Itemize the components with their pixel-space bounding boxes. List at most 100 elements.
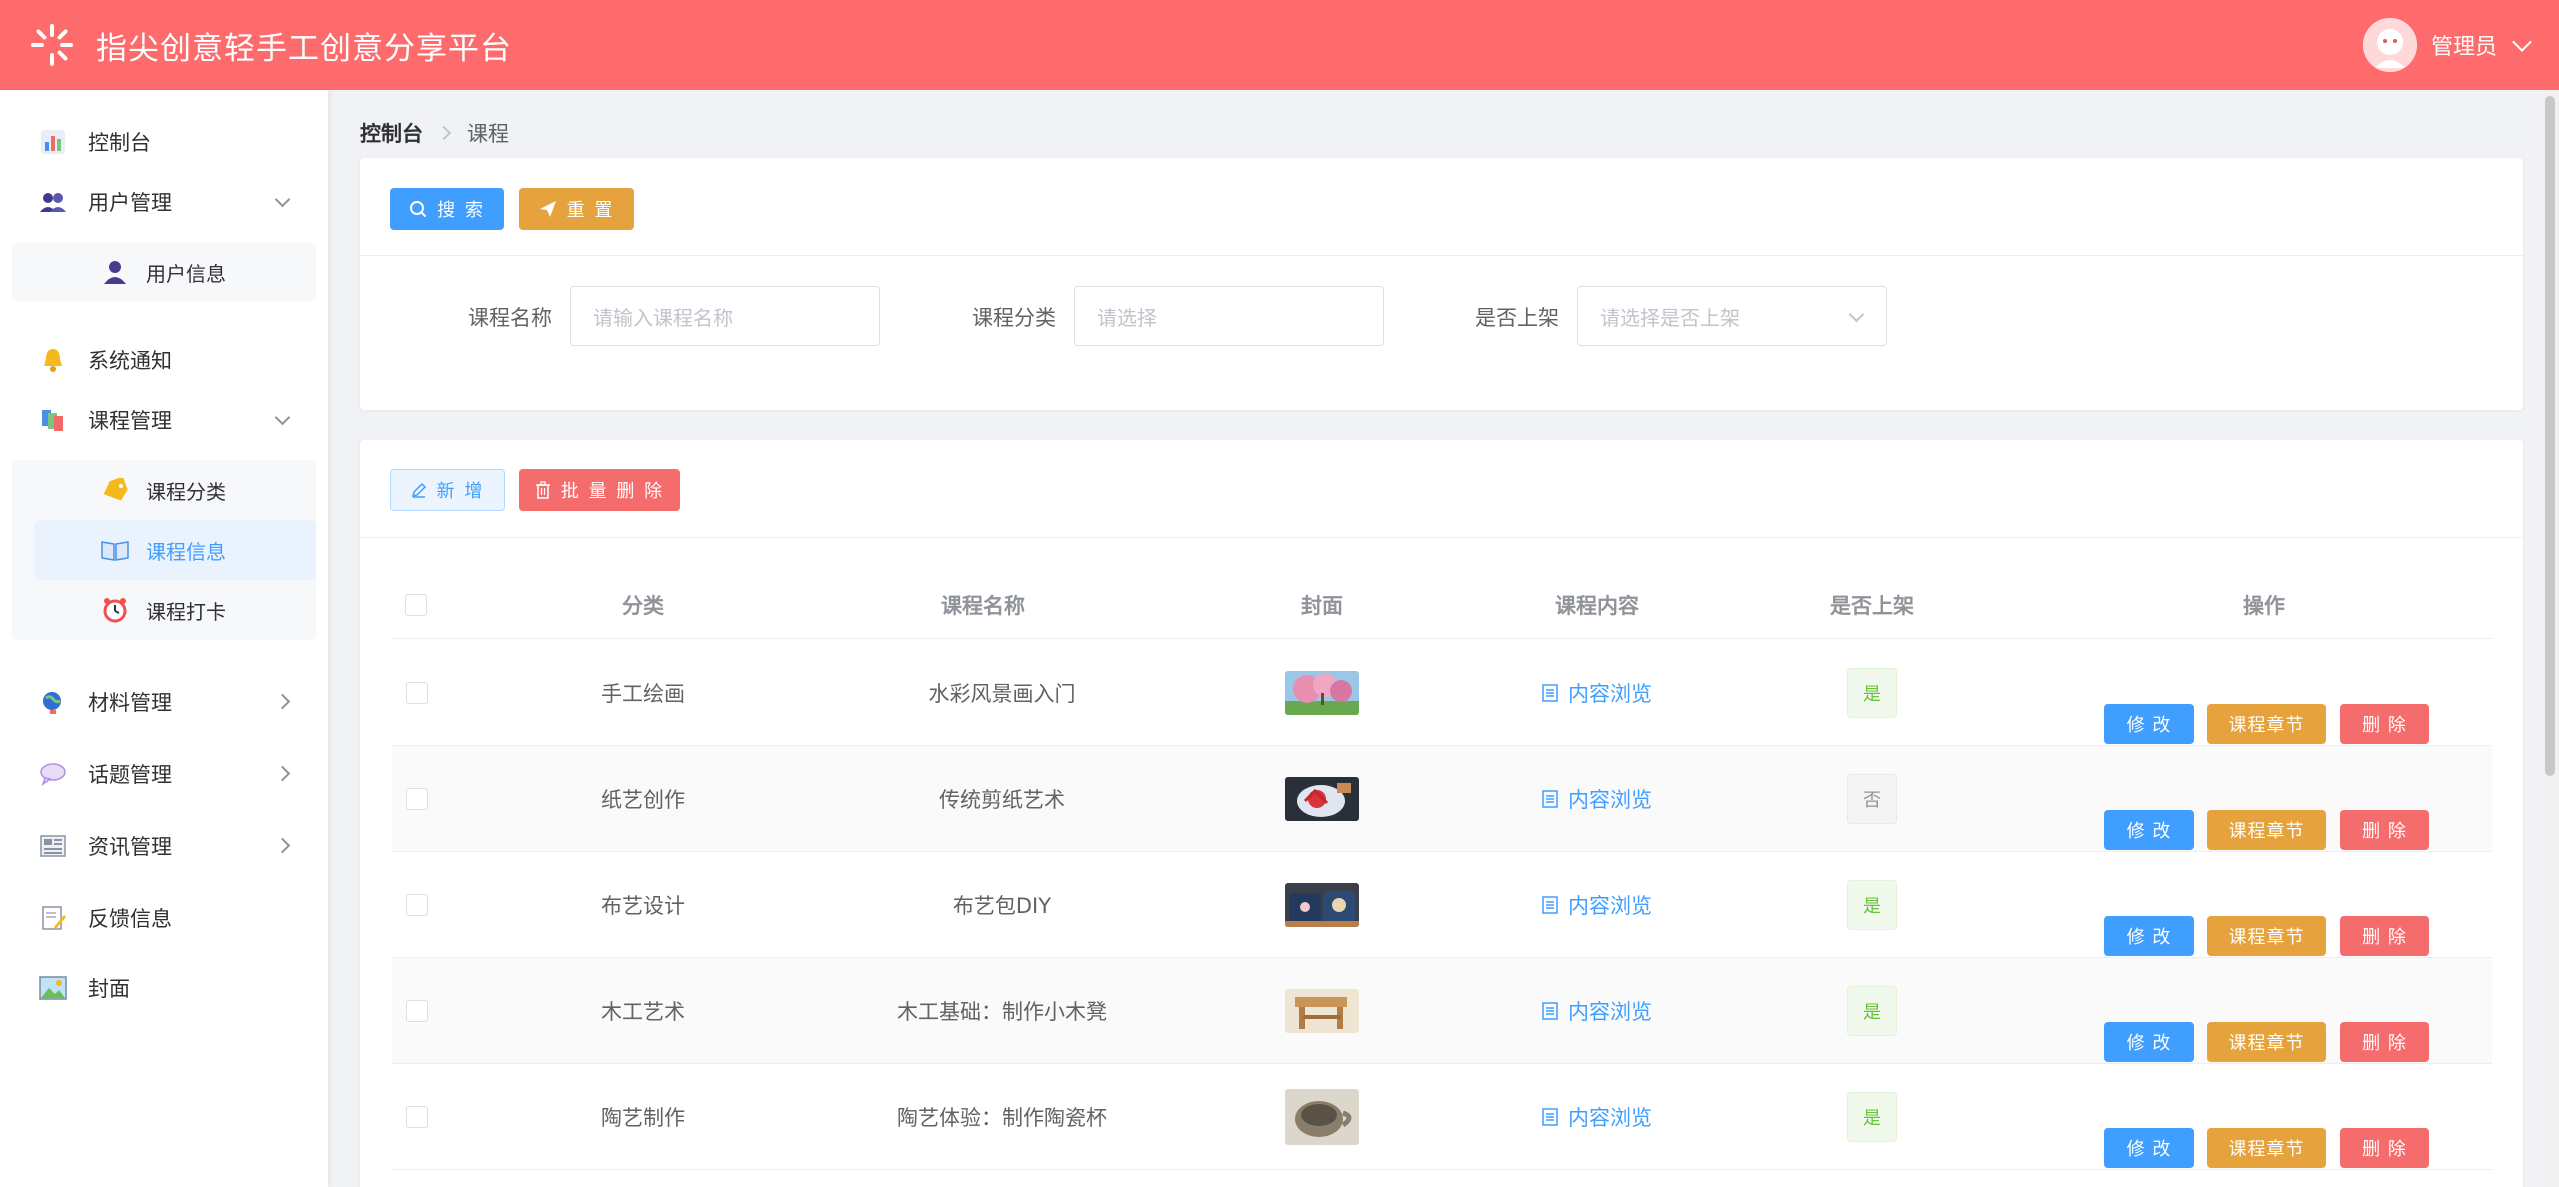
select-all-checkbox[interactable]	[405, 594, 427, 616]
user-menu[interactable]: 管理员	[2362, 18, 2532, 72]
listed-status-select[interactable]: 请选择是否上架	[1577, 286, 1887, 346]
divider	[360, 537, 2523, 538]
row-checkbox[interactable]	[406, 894, 428, 916]
cover-thumbnail[interactable]	[1285, 1088, 1359, 1145]
search-button[interactable]: 搜 索	[390, 188, 504, 230]
scrollbar-thumb[interactable]	[2545, 96, 2555, 776]
newspaper-icon	[38, 831, 68, 861]
search-card	[360, 158, 2523, 410]
app-title: 指尖创意轻手工创意分享平台	[96, 30, 512, 67]
sidebar-item-materials[interactable]: 材料管理	[0, 672, 328, 732]
submenu-user-management: 用户信息	[12, 242, 316, 302]
chevron-right-icon	[274, 837, 291, 854]
content-preview-label: 内容浏览	[1568, 787, 1652, 812]
book-icon	[100, 535, 130, 565]
sidebar-item-label: 封面	[88, 977, 130, 1001]
sidebar-item-user-management[interactable]: 用户管理	[0, 172, 328, 232]
edit-button[interactable]: 修 改	[2104, 1128, 2194, 1168]
sidebar-item-cover[interactable]: 封面	[0, 958, 328, 1018]
chevron-down-icon[interactable]	[2512, 32, 2532, 52]
picture-icon	[38, 973, 68, 1003]
row-checkbox[interactable]	[406, 1106, 428, 1128]
document-icon	[1542, 683, 1558, 702]
cover-thumbnail[interactable]	[1285, 670, 1359, 715]
content-preview-link[interactable]: 内容浏览	[1542, 996, 1652, 1026]
course-name-input[interactable]: 请输入课程名称	[570, 286, 880, 346]
sidebar-item-user-info[interactable]: 用户信息	[12, 242, 316, 302]
reset-button[interactable]: 重 置	[519, 188, 634, 230]
document-icon	[1542, 1001, 1558, 1020]
delete-button[interactable]: 删 除	[2340, 704, 2429, 744]
sidebar-item-label: 系统通知	[88, 349, 172, 373]
row-checkbox[interactable]	[406, 682, 428, 704]
course-category-select[interactable]: 请选择	[1074, 286, 1384, 346]
bell-icon	[38, 345, 68, 375]
row-category: 手工绘画	[601, 681, 685, 706]
sidebar-item-topics[interactable]: 话题管理	[0, 744, 328, 804]
course-chapters-button[interactable]: 课程章节	[2207, 704, 2326, 744]
row-category: 木工艺术	[601, 999, 685, 1024]
trash-icon	[535, 481, 550, 499]
document-icon	[1542, 789, 1558, 808]
sidebar-item-news[interactable]: 资讯管理	[0, 816, 328, 876]
course-category-placeholder: 请选择	[1097, 305, 1157, 330]
add-button[interactable]: 新 增	[390, 469, 505, 511]
document-icon	[1542, 1107, 1558, 1126]
sidebar-item-notifications[interactable]: 系统通知	[0, 330, 328, 390]
course-chapters-button[interactable]: 课程章节	[2207, 1022, 2326, 1062]
table-row: 布艺设计 布艺包DIY 内容浏览 是 修 改 课程章节 删 除	[392, 852, 2492, 958]
edit-button[interactable]: 修 改	[2104, 1022, 2194, 1062]
batch-delete-label: 批 量 删 除	[560, 481, 665, 502]
sidebar-item-course-management[interactable]: 课程管理	[0, 390, 328, 450]
course-name-label: 课程名称	[468, 306, 552, 330]
avatar[interactable]	[2362, 18, 2417, 72]
cover-thumbnail[interactable]	[1285, 776, 1359, 821]
listed-status-badge: 是	[1847, 1091, 1897, 1142]
chevron-right-icon	[274, 765, 291, 782]
course-name-placeholder: 请输入课程名称	[593, 305, 733, 330]
sidebar-item-label: 用户管理	[88, 191, 172, 215]
sidebar-item-dashboard[interactable]: 控制台	[0, 112, 328, 172]
content-preview-label: 内容浏览	[1568, 999, 1652, 1024]
delete-button[interactable]: 删 除	[2340, 1022, 2429, 1062]
cover-thumbnail[interactable]	[1285, 988, 1359, 1033]
dashboard-chart-icon	[38, 127, 68, 157]
edit-button[interactable]: 修 改	[2104, 810, 2194, 850]
edit-button[interactable]: 修 改	[2104, 916, 2194, 956]
sidebar-item-course-checkin[interactable]: 课程打卡	[12, 580, 316, 640]
content-preview-label: 内容浏览	[1568, 893, 1652, 918]
listed-status-label: 是否上架	[1475, 306, 1559, 330]
delete-button[interactable]: 删 除	[2340, 810, 2429, 850]
user-name[interactable]: 管理员	[2431, 29, 2497, 61]
cover-thumbnail[interactable]	[1285, 882, 1359, 927]
course-chapters-button[interactable]: 课程章节	[2207, 916, 2326, 956]
content-preview-link[interactable]: 内容浏览	[1542, 784, 1652, 814]
row-checkbox[interactable]	[406, 1000, 428, 1022]
user-icon	[100, 257, 130, 287]
edit-button[interactable]: 修 改	[2104, 704, 2194, 744]
table-row: 陶艺制作 陶艺体验：制作陶瓷杯 内容浏览 是 修 改 课程章节 删 除	[392, 1064, 2492, 1170]
sidebar-item-label: 反馈信息	[88, 907, 172, 931]
table-row: 手工绘画 水彩风景画入门 内容浏览 是 修 改 课程章节 删 除	[392, 640, 2492, 746]
course-chapters-button[interactable]: 课程章节	[2207, 1128, 2326, 1168]
row-checkbox[interactable]	[406, 788, 428, 810]
listed-status-badge: 是	[1847, 879, 1897, 930]
sidebar-item-course-category[interactable]: 课程分类	[12, 460, 316, 520]
sidebar-item-course-info[interactable]: 课程信息	[34, 520, 316, 580]
delete-button[interactable]: 删 除	[2340, 916, 2429, 956]
delete-button[interactable]: 删 除	[2340, 1128, 2429, 1168]
brand: 指尖创意轻手工创意分享平台	[30, 23, 512, 68]
sidebar-item-label: 话题管理	[88, 763, 172, 787]
content-preview-link[interactable]: 内容浏览	[1542, 678, 1652, 708]
breadcrumb-root[interactable]: 控制台	[360, 118, 423, 148]
sidebar-item-feedback[interactable]: 反馈信息	[0, 888, 328, 948]
content-preview-link[interactable]: 内容浏览	[1542, 1102, 1652, 1132]
page-scrollbar[interactable]	[2541, 90, 2559, 1187]
search-icon	[410, 201, 427, 218]
content-preview-link[interactable]: 内容浏览	[1542, 890, 1652, 920]
content-preview-label: 内容浏览	[1568, 1105, 1652, 1130]
document-icon	[1542, 895, 1558, 914]
tag-icon	[100, 475, 130, 505]
course-chapters-button[interactable]: 课程章节	[2207, 810, 2326, 850]
batch-delete-button[interactable]: 批 量 删 除	[519, 469, 680, 511]
